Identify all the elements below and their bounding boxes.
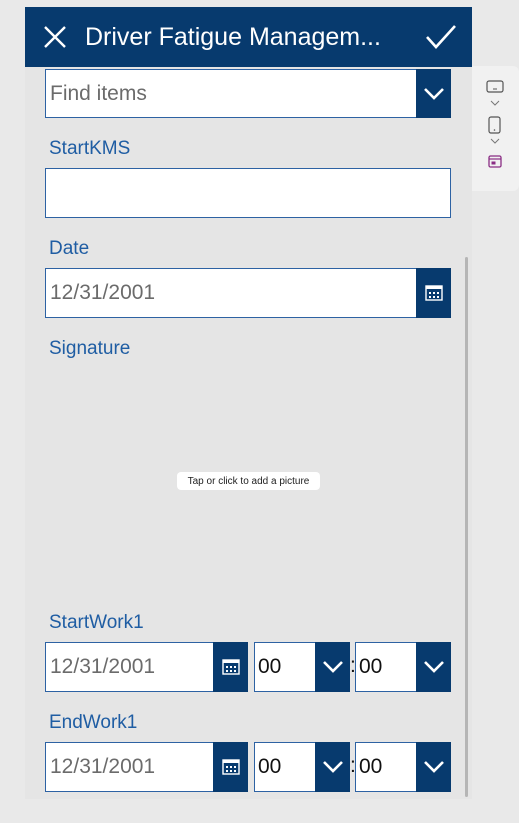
endwork-calendar-button[interactable] xyxy=(213,742,248,792)
endwork-label: EndWork1 xyxy=(49,712,138,733)
chevron-down-icon xyxy=(423,761,444,773)
find-items-combobox[interactable]: Find items xyxy=(45,69,451,118)
startwork-hour-dropdown[interactable]: 00 xyxy=(254,642,350,692)
startwork-calendar-button[interactable] xyxy=(213,642,248,692)
monitor-icon[interactable] xyxy=(486,80,504,94)
chevron-down-icon xyxy=(423,661,444,673)
chevron-down-icon xyxy=(322,661,343,673)
date-picker[interactable]: 12/31/2001 xyxy=(45,268,451,318)
endwork-hour-dropdown[interactable]: 00 xyxy=(254,742,350,792)
endwork-minute-value: 00 xyxy=(359,755,383,778)
find-items-dropdown-button[interactable] xyxy=(416,69,451,118)
date-value: 12/31/2001 xyxy=(50,281,156,304)
close-icon[interactable] xyxy=(43,25,67,49)
calendar-icon xyxy=(424,285,443,301)
startwork-hour-chevron[interactable] xyxy=(315,642,350,692)
startwork-date-value: 12/31/2001 xyxy=(50,655,156,678)
startkms-input[interactable] xyxy=(45,168,451,218)
add-picture-button[interactable]: Tap or click to add a picture xyxy=(177,472,320,490)
endwork-hour-value: 00 xyxy=(258,755,282,778)
vertical-scrollbar[interactable] xyxy=(465,257,468,797)
startwork-minute-dropdown[interactable]: 00 xyxy=(355,642,451,692)
endwork-date-value: 12/31/2001 xyxy=(50,755,156,778)
header-bar: Driver Fatigue Managem... xyxy=(25,7,472,67)
chevron-down-icon xyxy=(423,87,444,100)
form-screen: Driver Fatigue Managem... Find items Sta… xyxy=(25,7,472,799)
app-icon[interactable] xyxy=(488,155,502,168)
find-items-placeholder: Find items xyxy=(50,81,147,105)
startwork-minute-chevron[interactable] xyxy=(416,642,451,692)
signature-label: Signature xyxy=(49,338,131,359)
calendar-icon xyxy=(221,659,240,675)
chevron-down-icon xyxy=(322,761,343,773)
chevron-down-icon[interactable] xyxy=(490,100,500,106)
phone-icon[interactable] xyxy=(488,116,501,134)
startwork-minute-value: 00 xyxy=(359,655,383,678)
startwork-label: StartWork1 xyxy=(49,612,144,633)
device-preview-panel xyxy=(472,66,519,191)
startkms-label: StartKMS xyxy=(49,138,131,159)
endwork-date-picker[interactable]: 12/31/2001 xyxy=(45,742,248,792)
startwork-date-picker[interactable]: 12/31/2001 xyxy=(45,642,248,692)
page-title: Driver Fatigue Managem... xyxy=(85,23,381,51)
endwork-minute-dropdown[interactable]: 00 xyxy=(355,742,451,792)
endwork-hour-chevron[interactable] xyxy=(315,742,350,792)
chevron-down-icon[interactable] xyxy=(490,138,500,144)
calendar-icon xyxy=(221,759,240,775)
check-icon[interactable] xyxy=(425,23,457,51)
date-calendar-button[interactable] xyxy=(416,268,451,318)
startwork-hour-value: 00 xyxy=(258,655,282,678)
endwork-minute-chevron[interactable] xyxy=(416,742,451,792)
date-label: Date xyxy=(49,238,90,259)
